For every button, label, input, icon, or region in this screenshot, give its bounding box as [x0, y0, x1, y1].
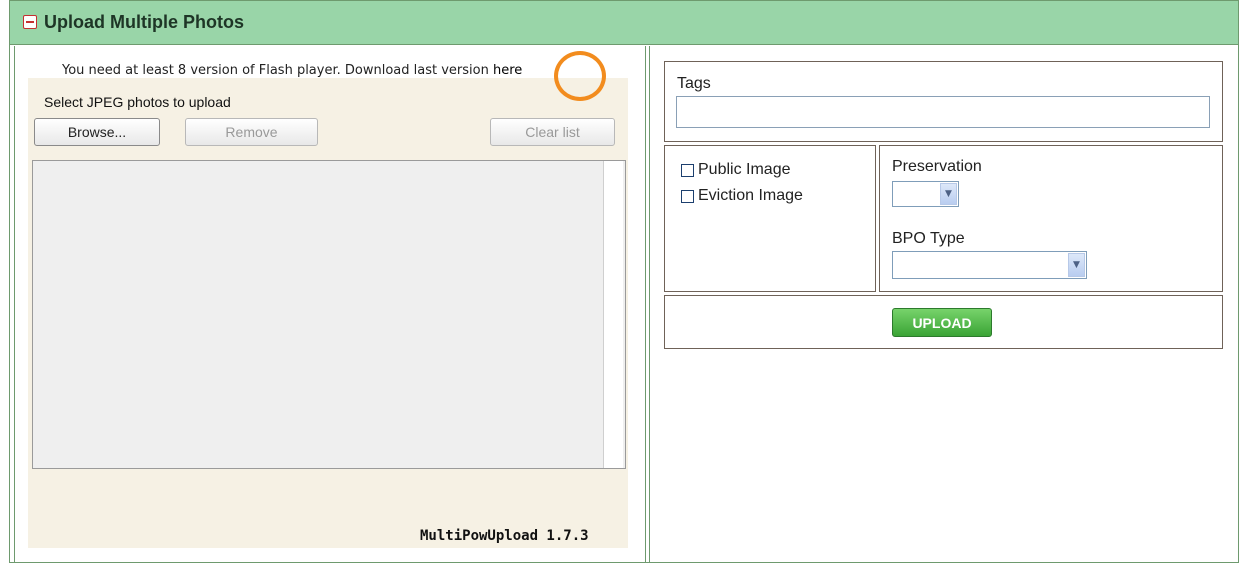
select-photos-label: Select JPEG photos to upload — [44, 94, 231, 110]
browse-button[interactable]: Browse... — [34, 118, 160, 146]
uploader-version: MultiPowUpload 1.7.3 — [420, 528, 589, 544]
public-image-checkbox[interactable] — [681, 163, 694, 177]
tags-label: Tags — [677, 75, 711, 92]
tags-input[interactable] — [676, 96, 1210, 128]
preservation-label: Preservation — [892, 158, 982, 175]
flash-version-notice: You need at least 8 version of Flash pla… — [62, 63, 522, 78]
bpo-type-select[interactable]: ▼ — [892, 251, 1087, 279]
public-image-label: Public Image — [698, 161, 791, 178]
file-list[interactable] — [32, 160, 626, 469]
highlight-circle — [554, 51, 606, 101]
eviction-image-label: Eviction Image — [698, 187, 803, 204]
panel-title: Upload Multiple Photos — [44, 12, 244, 32]
preservation-select[interactable]: ▼ — [892, 181, 959, 207]
file-list-scrollbar[interactable] — [603, 161, 623, 468]
bpo-type-label: BPO Type — [892, 230, 965, 247]
eviction-image-option[interactable]: Eviction Image — [681, 187, 803, 205]
chevron-down-icon[interactable]: ▼ — [1068, 253, 1085, 277]
clear-list-button[interactable]: Clear list — [490, 118, 615, 146]
public-image-option[interactable]: Public Image — [681, 161, 791, 179]
chevron-down-icon[interactable]: ▼ — [940, 183, 957, 205]
eviction-image-checkbox[interactable] — [681, 189, 694, 203]
flash-notice-text: You need at least 8 version of Flash pla… — [62, 63, 493, 78]
download-flash-link[interactable]: here — [493, 63, 522, 78]
remove-button[interactable]: Remove — [185, 118, 318, 146]
minus-square-icon[interactable] — [23, 15, 37, 29]
upload-button[interactable]: UPLOAD — [892, 308, 992, 337]
